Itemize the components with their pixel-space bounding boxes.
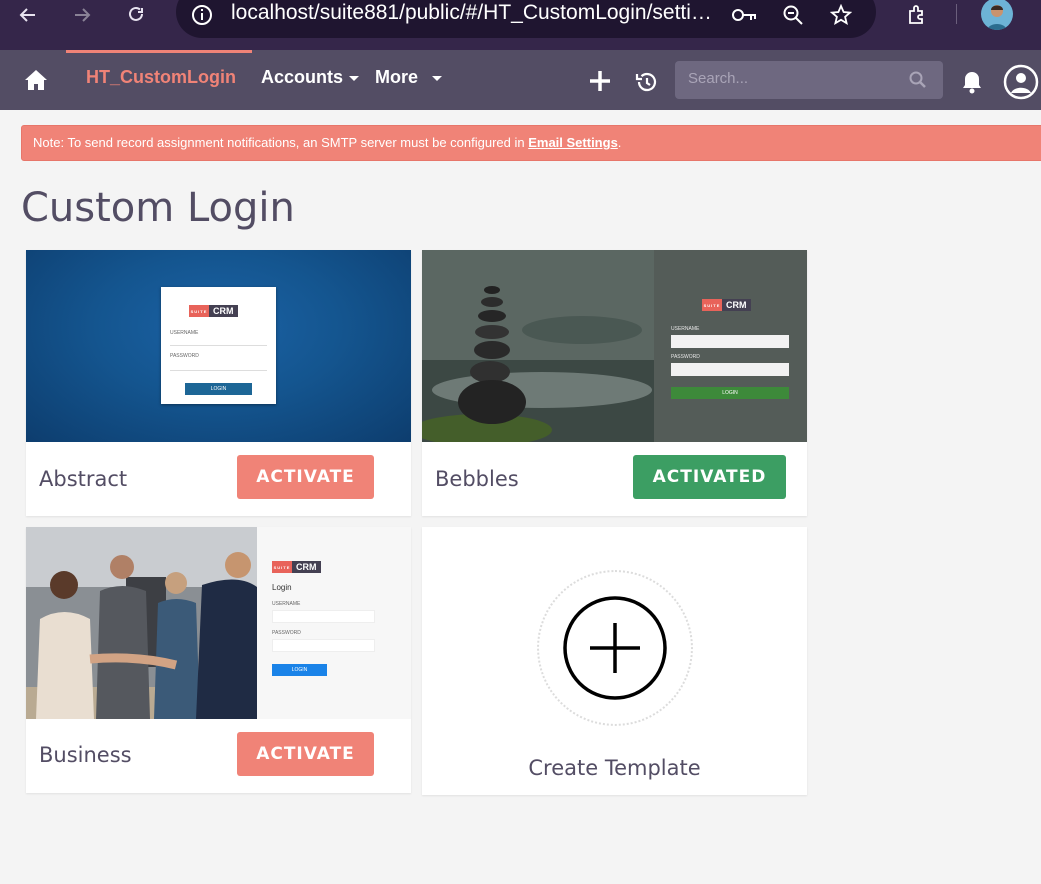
search-input[interactable] [688,70,898,87]
activate-button-business[interactable]: ACTIVATE [237,732,374,776]
star-icon[interactable] [828,2,854,28]
template-name: Bebbles [435,467,519,491]
user-profile-icon[interactable] [1003,64,1039,100]
username-label: USERNAME [272,601,301,607]
notice-text-before: Note: To send record assignment notifica… [33,135,529,150]
reload-icon [129,6,143,21]
username-field [272,610,375,623]
profile-avatar[interactable] [981,0,1013,30]
suitecrm-logo: SUITE CRM [189,305,238,317]
nav-accounts-label: Accounts [261,67,344,87]
forward-button[interactable] [60,0,104,30]
password-label: PASSWORD [671,354,700,360]
template-card-business: SUITE CRM Login USERNAME PASSWORD LOGIN B… [26,527,411,793]
nav-accounts-menu[interactable]: Accounts [261,67,360,88]
suitecrm-logo: SUITE CRM [272,561,321,573]
password-label: PASSWORD [272,630,301,636]
forward-icon [75,8,91,22]
username-line [170,345,267,346]
reload-button[interactable] [114,0,158,30]
add-circle-icon[interactable] [562,595,668,701]
back-button[interactable] [6,0,50,30]
zoom-icon[interactable] [780,2,806,28]
create-template-card[interactable]: Create Template [422,527,807,795]
search-box [675,61,943,99]
nav-more-label: More [375,67,419,87]
template-preview-abstract[interactable]: SUITE CRM USERNAME PASSWORD LOGIN [26,250,411,442]
back-icon [19,8,35,22]
notice-text: Note: To send record assignment notifica… [33,135,621,150]
login-button-preview: LOGIN [185,383,252,395]
password-field [671,363,789,376]
password-line [170,370,267,371]
email-settings-link[interactable]: Email Settings [528,135,618,150]
search-icon[interactable] [907,69,929,91]
login-button-preview: LOGIN [272,664,327,676]
username-label: USERNAME [671,326,700,332]
login-form-preview: SUITE CRM USERNAME PASSWORD LOGIN [654,250,807,442]
chevron-down-icon [349,75,360,81]
bell-icon[interactable] [958,68,986,96]
url-text[interactable]: localhost/suite881/public/#/HT_CustomLog… [231,1,721,25]
login-heading: Login [272,583,292,592]
password-label: PASSWORD [170,353,199,359]
nav-module-ht-customlogin[interactable]: HT_CustomLogin [86,67,236,88]
login-form-preview: SUITE CRM USERNAME PASSWORD LOGIN [161,287,276,404]
business-handshake-image [26,527,257,719]
activated-button-bebbles[interactable]: ACTIVATED [633,455,786,499]
username-label: USERNAME [170,330,199,336]
password-field [272,639,375,652]
key-icon[interactable] [730,3,760,27]
template-card-abstract: SUITE CRM USERNAME PASSWORD LOGIN Abstrac… [26,250,411,516]
template-card-bebbles: SUITE CRM USERNAME PASSWORD LOGIN Bebbles… [422,250,807,516]
create-plus-icon[interactable] [586,67,614,95]
template-name: Business [39,743,132,767]
chevron-down-icon [432,75,443,81]
home-icon[interactable] [21,66,51,94]
stacked-stones-image [422,250,654,442]
create-template-label: Create Template [528,756,701,780]
history-icon[interactable] [633,68,661,96]
nav-more-menu[interactable]: More [375,67,443,88]
login-button-preview: LOGIN [671,387,789,399]
activate-button-abstract[interactable]: ACTIVATE [237,455,374,499]
page-title: Custom Login [21,185,295,231]
site-info-icon[interactable] [189,2,215,28]
login-form-preview: SUITE CRM Login USERNAME PASSWORD LOGIN [257,527,411,719]
template-name: Abstract [39,467,128,491]
template-preview-business[interactable]: SUITE CRM Login USERNAME PASSWORD LOGIN [26,527,411,719]
username-field [671,335,789,348]
extensions-icon[interactable] [903,2,931,28]
active-module-indicator [66,50,252,53]
suitecrm-logo: SUITE CRM [702,299,751,311]
toolbar-divider [956,4,957,24]
notice-text-after: . [617,135,622,150]
template-preview-bebbles[interactable]: SUITE CRM USERNAME PASSWORD LOGIN [422,250,807,442]
browser-toolbar: localhost/suite881/public/#/HT_CustomLog… [0,0,1041,50]
smtp-notice: Note: To send record assignment notifica… [21,125,1041,161]
